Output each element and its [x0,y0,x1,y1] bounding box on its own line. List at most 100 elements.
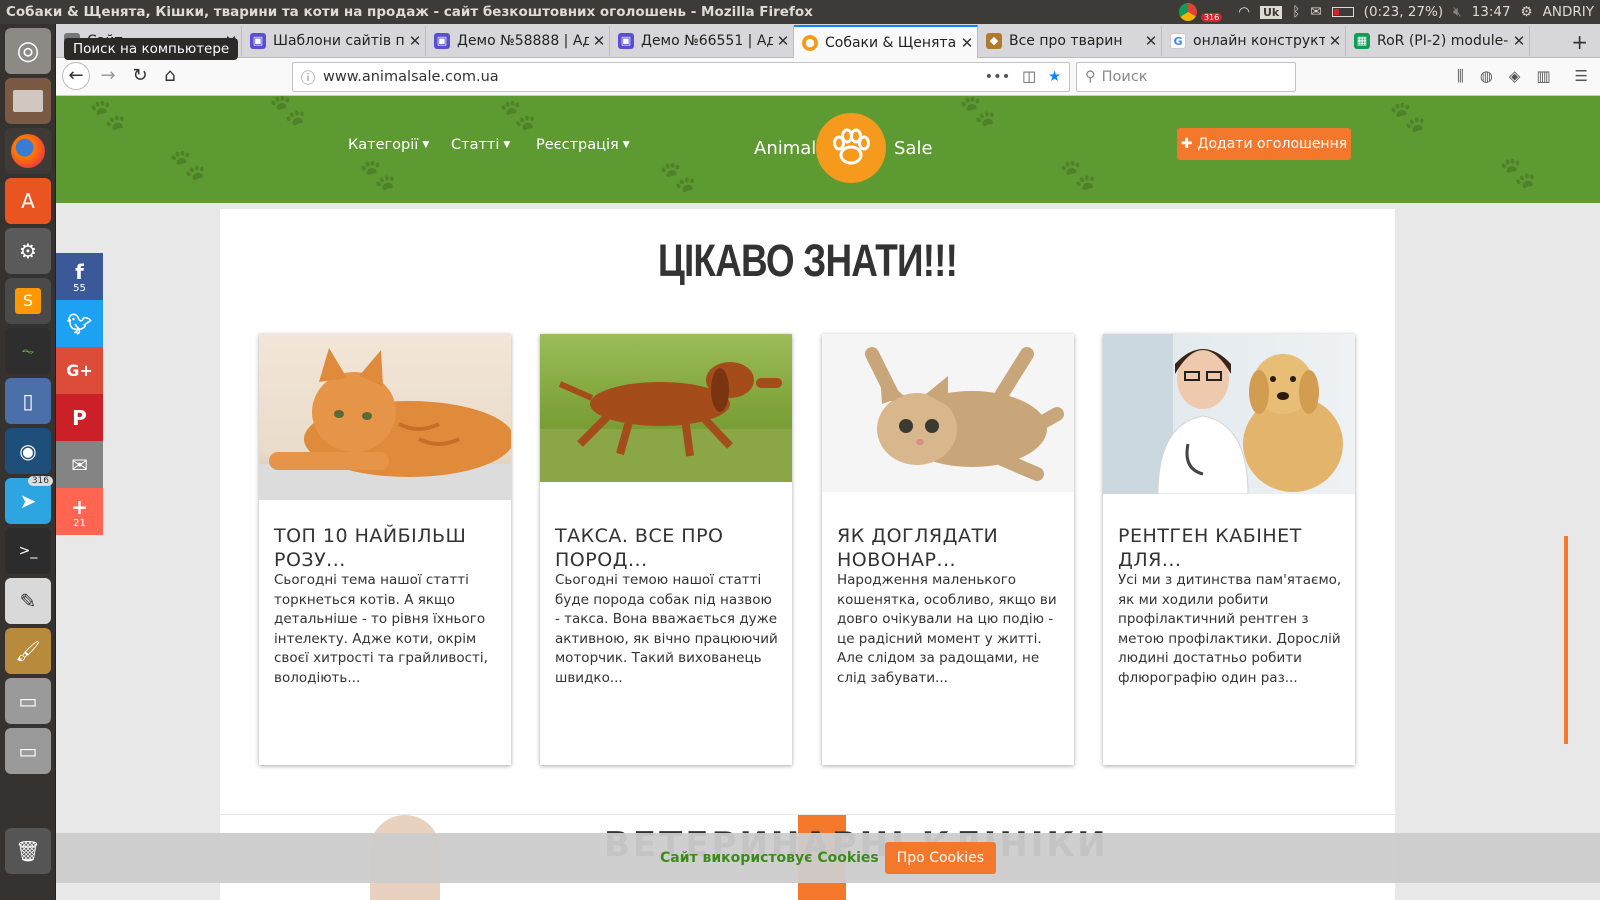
user-name[interactable]: ANDRIY [1543,4,1594,20]
back-arrow-icon[interactable]: ← [62,62,90,90]
bookmark-star-icon[interactable]: ★ [1048,69,1061,85]
sidebar-icon[interactable]: ▥ [1536,67,1550,85]
browser-tab-bar: Сайт...✕ ▣Шаблони сайтів п✕ ▣Демо №58888… [56,24,1600,58]
article-excerpt: Сьогодні темою нашої статті буде порода … [555,572,778,686]
dash-search-icon[interactable]: ◎ [5,28,51,74]
new-tab-icon[interactable]: + [1571,30,1588,54]
paw-favicon-icon: ● [802,34,818,51]
pinterest-share-button[interactable]: P [56,394,103,441]
article-image[interactable] [1103,334,1355,494]
article-image[interactable] [259,334,511,500]
keyboard-layout-indicator[interactable]: Uk [1260,5,1283,19]
url-text[interactable]: www.animalsale.com.ua [323,69,499,85]
article-card[interactable]: РЕНТГЕН КАБІНЕТ ДЛЯ... Усі ми з дитинств… [1103,334,1355,765]
site-favicon-icon: ▣ [434,33,450,49]
nav-menu-categories[interactable]: Категорії ▼ [348,137,429,153]
home-icon[interactable]: ⌂ [158,65,182,86]
drive-icon[interactable]: ▭ [5,728,51,774]
toolbar-buttons: ⫼ ◍ ◈ ▥ ☰ [1457,67,1588,85]
tab-close-icon[interactable]: ✕ [1325,32,1345,50]
reload-icon[interactable]: ↻ [128,65,152,86]
library-icon[interactable]: ⫼ [1457,67,1464,85]
sublime-text-icon[interactable]: S [5,278,51,324]
logo-text-left[interactable]: Animal [754,138,816,159]
tab[interactable]: ▣ Демо №58888 | Ад ✕ [426,26,610,56]
files-icon[interactable] [5,78,51,124]
chrome-icon[interactable] [1178,3,1197,21]
menu-hamburger-icon[interactable]: ☰ [1575,67,1588,85]
nav-menu-registration[interactable]: Реєстрація ▼ [536,137,630,153]
globe-icon[interactable]: ◍ [1480,67,1493,85]
tab[interactable]: ◆ Все про тварин ✕ [978,26,1162,56]
article-card[interactable]: ТАКСА. ВСЕ ПРО ПОРОД... Сьогодні темою н… [540,334,792,765]
article-title[interactable]: ТАКСА. ВСЕ ПРО ПОРОД... [555,524,780,572]
article-title[interactable]: ЯК ДОГЛЯДАТИ НОВОНАР... [837,524,1062,572]
trash-icon[interactable]: 🗑︎ [5,828,51,874]
article-card[interactable]: ТОП 10 НАЙБІЛЬШ РОЗУ... Сьогодні тема на… [259,334,511,765]
settings-gear-icon[interactable]: ⚙ [1521,4,1533,20]
paw-pattern-icon: 🐾︎ [166,146,210,186]
add-ad-button[interactable]: ✚ Додати оголошення [1177,128,1351,160]
volume-muted-icon[interactable]: 🔇︎ [1453,4,1462,20]
tab[interactable]: ▦ RoR (PI-2) module- ✕ [1346,26,1530,56]
tab-close-icon[interactable]: ✕ [1141,32,1161,50]
google-plus-share-button[interactable]: G+ [56,347,103,394]
more-share-button[interactable]: + 21 [56,488,103,535]
tab[interactable]: ▣ Демо №66551 | Ад ✕ [610,26,794,56]
tab-active[interactable]: ● Собаки & Щенята, ✕ [794,25,978,58]
paw-logo-icon[interactable] [816,113,886,183]
clock[interactable]: 13:47 [1472,4,1511,20]
firefox-icon[interactable] [5,128,51,174]
drawing-app-icon[interactable]: ✎ [5,578,51,624]
articles-section: ЦІКАВО ЗНАТИ!!! ТОП 10 НАЙБІЛЬШ РОЗУ... … [220,209,1395,814]
forward-arrow-icon[interactable]: → [96,65,120,86]
page-actions-icon[interactable]: ••• [985,69,1011,85]
software-center-icon[interactable]: A [5,178,51,224]
drive-icon[interactable]: ▭ [5,678,51,724]
system-settings-icon[interactable]: ⚙ [5,228,51,274]
search-placeholder: Поиск [1101,69,1148,85]
article-excerpt: Сьогодні тема нашої статті торкнеться ко… [274,572,488,686]
address-bar[interactable]: ⓘ www.animalsale.com.ua ••• ◫ ★ [292,62,1070,92]
tab-close-icon[interactable]: ✕ [589,32,609,50]
app-launcher: ◎ A ⚙ S ⏦ ▯ ◉ ➤ 316 >_ ✎ 🖌︎ ▭ ▭ 🗑︎ [0,24,56,900]
bluetooth-icon[interactable]: ᛒ [1292,4,1300,20]
terminal-icon[interactable]: >_ [5,528,51,574]
article-image[interactable] [822,334,1074,492]
app-icon[interactable]: ◉ [5,428,51,474]
logo-text-right[interactable]: Sale [894,138,933,159]
cookie-notice-text: Сайт використовує Cookies [659,850,879,866]
facebook-share-button[interactable]: f 55 [56,253,103,300]
tab-close-icon[interactable]: ✕ [957,34,977,52]
about-cookies-button[interactable]: Про Cookies [884,842,997,874]
tab-close-icon[interactable]: ✕ [773,32,793,50]
article-image[interactable] [540,334,792,482]
email-share-button[interactable]: ✉ [56,441,103,488]
article-title[interactable]: ТОП 10 НАЙБІЛЬШ РОЗУ... [274,524,499,572]
telegram-icon[interactable]: ➤ 316 [5,476,53,524]
scroll-indicator[interactable] [1564,536,1568,744]
mail-icon[interactable]: ✉ [1310,4,1321,20]
paw-pattern-icon: 🐾︎ [266,96,310,131]
site-info-icon[interactable]: ⓘ [293,67,323,88]
system-monitor-icon[interactable]: ⏦ [5,328,51,374]
pocket-icon[interactable]: ◫ [1022,69,1036,85]
search-input[interactable]: ⚲ Поиск [1076,62,1296,92]
battery-icon[interactable] [1331,7,1354,17]
tab-close-icon[interactable]: ✕ [1509,32,1529,50]
paint-app-icon[interactable]: 🖌︎ [5,628,51,674]
shield-icon[interactable]: ◈ [1509,67,1521,85]
battery-status[interactable]: (0:23, 27%) [1364,4,1443,20]
lion-favicon-icon: ◆ [986,33,1002,49]
twitter-share-button[interactable]: 🐦︎ [56,300,103,347]
tab-close-icon[interactable]: ✕ [405,32,425,50]
tab[interactable]: Gонлайн конструкт ✕ [1162,26,1346,56]
paw-pattern-icon: 🐾︎ [86,96,130,136]
text-editor-icon[interactable]: ▯ [5,378,51,424]
article-title[interactable]: РЕНТГЕН КАБІНЕТ ДЛЯ... [1118,524,1343,572]
tab[interactable]: ▣ Шаблони сайтів п ✕ [242,26,426,56]
wifi-icon[interactable]: ◠ [1238,4,1250,20]
social-share-bar: f 55 🐦︎ G+ P ✉ + 21 [56,253,103,535]
article-card[interactable]: ЯК ДОГЛЯДАТИ НОВОНАР... Народження мален… [822,334,1074,765]
nav-menu-articles[interactable]: Статті ▼ [451,137,510,153]
